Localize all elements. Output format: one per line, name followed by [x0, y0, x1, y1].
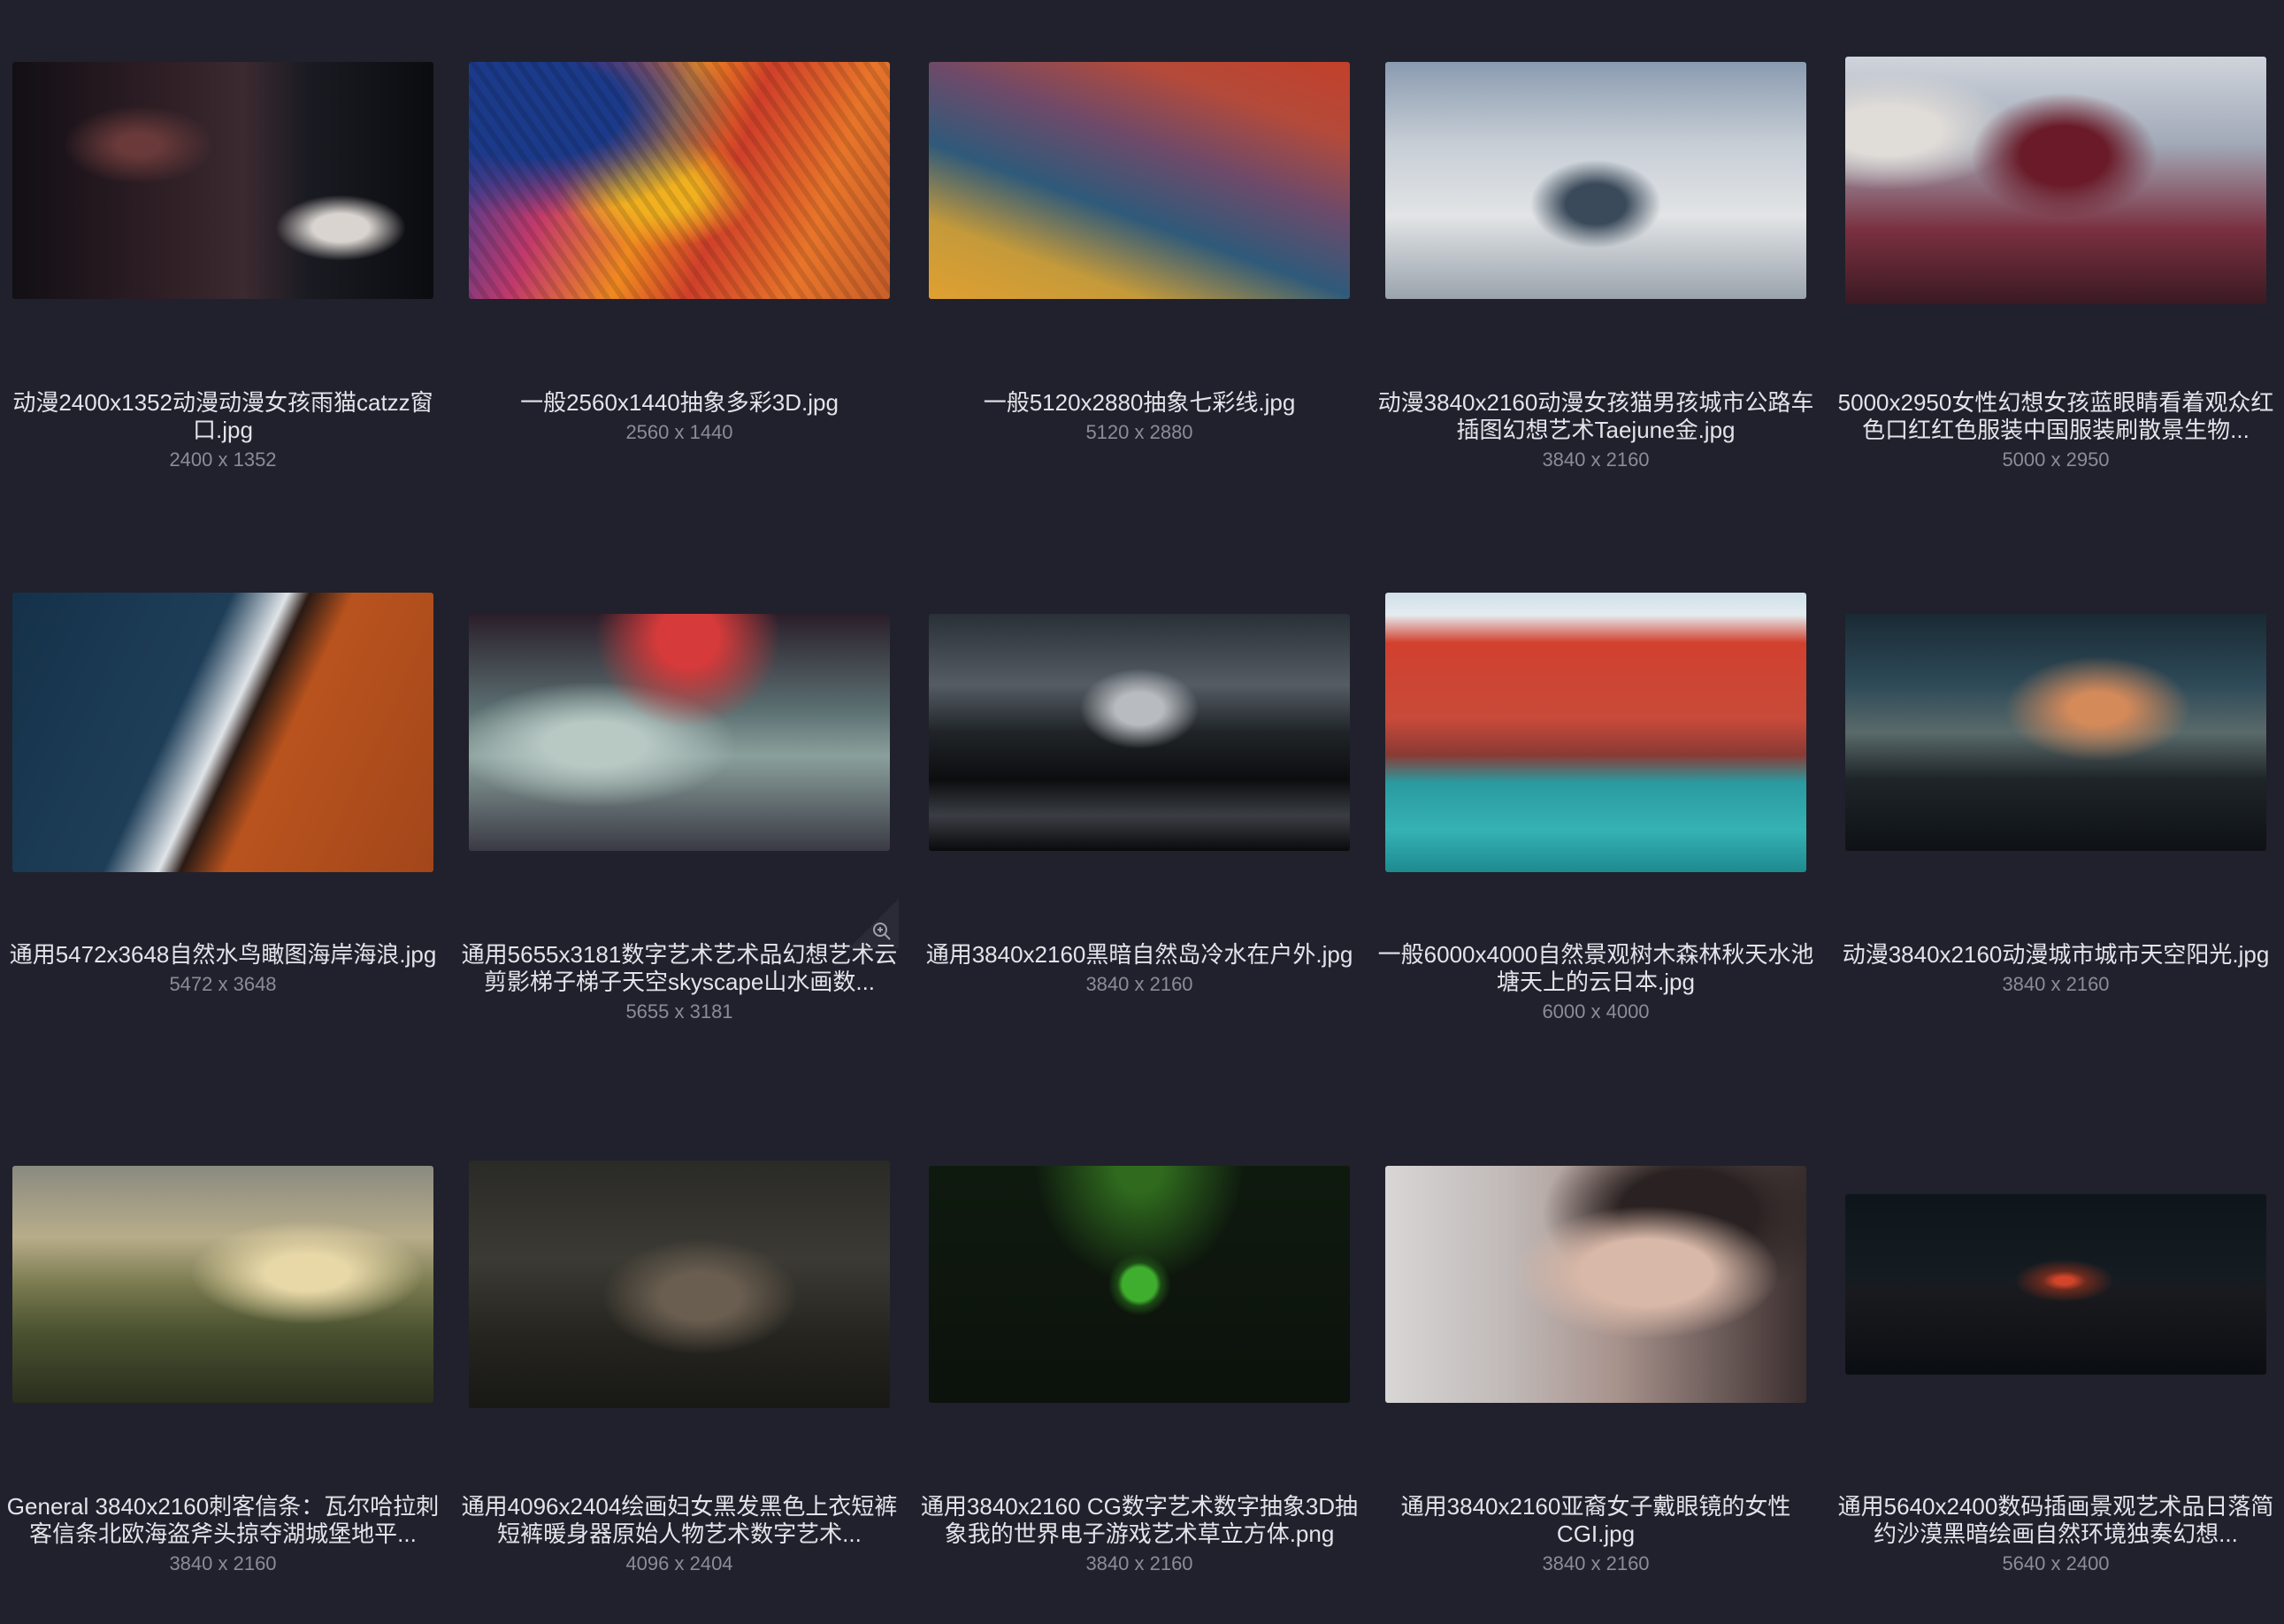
file-name: 动漫2400x1352动漫动漫女孩雨猫catzz窗口.jpg — [12, 389, 433, 443]
file-name: 通用5472x3648自然水鸟瞰图海岸海浪.jpg — [9, 941, 437, 968]
thumbnail-image[interactable] — [1845, 1194, 2266, 1375]
file-name: 一般2560x1440抽象多彩3D.jpg — [520, 389, 839, 416]
file-name: 动漫3840x2160动漫城市城市天空阳光.jpg — [1842, 941, 2270, 968]
thumbnail-image[interactable] — [929, 614, 1350, 851]
file-name: 一般5120x2880抽象七彩线.jpg — [983, 389, 1296, 416]
thumbnail-image[interactable] — [12, 1166, 433, 1403]
thumbnail-image[interactable] — [1385, 593, 1806, 872]
file-name: 通用5655x3181数字艺术艺术品幻想艺术云剪影梯子梯子天空skyscape山… — [461, 941, 898, 995]
gallery-item[interactable]: 动漫3840x2160动漫女孩猫男孩城市公路车插图幻想艺术Taejune金.jp… — [1378, 0, 1813, 495]
file-name: 动漫3840x2160动漫女孩猫男孩城市公路车插图幻想艺术Taejune金.jp… — [1377, 389, 1814, 443]
thumbnail-image[interactable] — [469, 62, 890, 299]
image-dimensions: 6000 x 4000 — [1542, 1000, 1650, 1023]
file-name: 通用3840x2160 CG数字艺术数字抽象3D抽象我的世界电子游戏艺术草立方体… — [920, 1493, 1359, 1547]
thumbnail-image[interactable] — [1385, 1166, 1806, 1403]
image-dimensions: 5000 x 2950 — [2002, 448, 2110, 471]
thumbnail-image[interactable] — [1385, 62, 1806, 299]
file-name: General 3840x2160刺客信条：瓦尔哈拉刺客信条北欧海盗斧头掠夺湖城… — [6, 1493, 440, 1547]
gallery-item[interactable]: 通用4096x2404绘画妇女黑发黑色上衣短裤短裤暖身器原始人物艺术数字艺术..… — [462, 1104, 897, 1599]
gallery-item[interactable]: 5000x2950女性幻想女孩蓝眼睛看着观众红色口红红色服装中国服装刷散景生物.… — [1838, 0, 2273, 495]
thumbnail-image[interactable] — [12, 62, 433, 299]
thumbnail-image[interactable] — [1845, 57, 2266, 304]
thumbnail-image[interactable] — [12, 593, 433, 872]
file-name: 通用3840x2160黑暗自然岛冷水在户外.jpg — [925, 941, 1353, 968]
thumbnail-image[interactable] — [929, 62, 1350, 299]
image-dimensions: 3840 x 2160 — [169, 1552, 277, 1574]
image-dimensions: 3840 x 2160 — [1085, 1552, 1193, 1574]
file-name: 一般6000x4000自然景观树木森林秋天水池塘天上的云日本.jpg — [1377, 941, 1814, 995]
image-dimensions: 3840 x 2160 — [2002, 973, 2110, 995]
image-dimensions: 3840 x 2160 — [1542, 448, 1650, 471]
image-dimensions: 5640 x 2400 — [2002, 1552, 2110, 1574]
gallery-item[interactable]: 通用5640x2400数码插画景观艺术品日落简约沙漠黑暗绘画自然环境独奏幻想..… — [1838, 1104, 2273, 1599]
image-dimensions: 2560 x 1440 — [625, 421, 733, 443]
gallery-item[interactable]: 通用3840x2160黑暗自然岛冷水在户外.jpg 3840 x 2160 — [926, 552, 1353, 1047]
gallery-item[interactable]: 一般2560x1440抽象多彩3D.jpg 2560 x 1440 — [469, 0, 890, 495]
image-dimensions: 5655 x 3181 — [625, 1000, 733, 1023]
image-dimensions: 3840 x 2160 — [1085, 973, 1193, 995]
thumbnail-image[interactable] — [469, 1161, 890, 1408]
gallery-item[interactable]: 一般5120x2880抽象七彩线.jpg 5120 x 2880 — [929, 0, 1350, 495]
image-dimensions: 2400 x 1352 — [169, 448, 277, 471]
image-dimensions: 3840 x 2160 — [1542, 1552, 1650, 1574]
thumbnail-image[interactable] — [469, 614, 890, 851]
image-dimensions: 4096 x 2404 — [625, 1552, 733, 1574]
gallery-item[interactable]: 动漫2400x1352动漫动漫女孩雨猫catzz窗口.jpg 2400 x 13… — [12, 0, 433, 495]
file-name: 通用4096x2404绘画妇女黑发黑色上衣短裤短裤暖身器原始人物艺术数字艺术..… — [461, 1493, 898, 1547]
gallery-item[interactable]: 通用3840x2160 CG数字艺术数字抽象3D抽象我的世界电子游戏艺术草立方体… — [921, 1104, 1358, 1599]
thumbnail-image[interactable] — [929, 1166, 1350, 1403]
gallery-item[interactable]: 通用5655x3181数字艺术艺术品幻想艺术云剪影梯子梯子天空skyscape山… — [462, 552, 899, 1047]
image-dimensions: 5120 x 2880 — [1085, 421, 1193, 443]
file-name: 5000x2950女性幻想女孩蓝眼睛看着观众红色口红红色服装中国服装刷散景生物.… — [1837, 389, 2274, 443]
file-name: 通用3840x2160亚裔女子戴眼镜的女性CGI.jpg — [1400, 1493, 1791, 1547]
gallery-item[interactable]: General 3840x2160刺客信条：瓦尔哈拉刺客信条北欧海盗斧头掠夺湖城… — [7, 1104, 439, 1599]
gallery-item[interactable]: 通用3840x2160亚裔女子戴眼镜的女性CGI.jpg 3840 x 2160 — [1385, 1104, 1806, 1599]
gallery-item[interactable]: 动漫3840x2160动漫城市城市天空阳光.jpg 3840 x 2160 — [1843, 552, 2269, 1047]
file-name: 通用5640x2400数码插画景观艺术品日落简约沙漠黑暗绘画自然环境独奏幻想..… — [1837, 1493, 2274, 1547]
gallery-item[interactable]: 一般6000x4000自然景观树木森林秋天水池塘天上的云日本.jpg 6000 … — [1378, 552, 1813, 1047]
image-gallery: 动漫2400x1352动漫动漫女孩雨猫catzz窗口.jpg 2400 x 13… — [0, 0, 2284, 1624]
thumbnail-image[interactable] — [1845, 614, 2266, 851]
gallery-item[interactable]: 通用5472x3648自然水鸟瞰图海岸海浪.jpg 5472 x 3648 — [10, 552, 436, 1047]
image-dimensions: 5472 x 3648 — [169, 973, 277, 995]
